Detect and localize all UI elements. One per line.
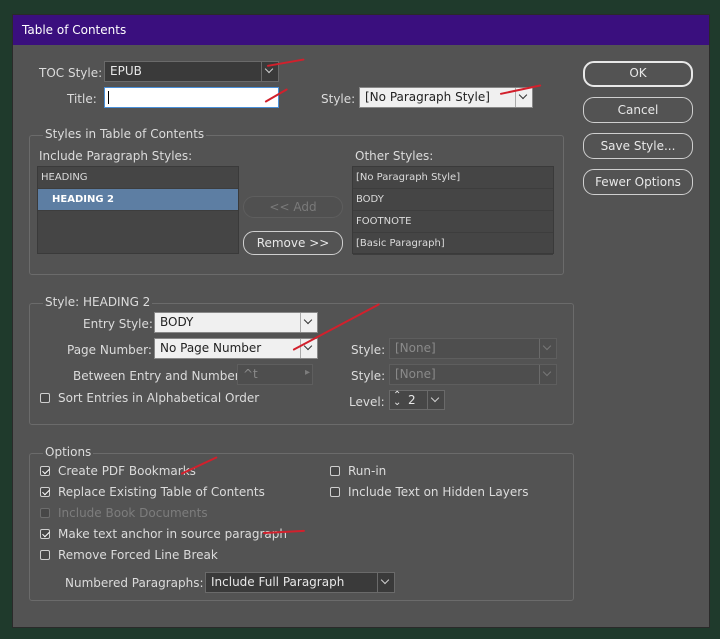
page-number-style-value: [None]	[395, 341, 436, 355]
ok-button[interactable]: OK	[583, 61, 693, 87]
level-stepper[interactable]: ⌃ ⌄ 2	[389, 390, 445, 410]
include-hidden-layers-checkbox[interactable]	[330, 487, 340, 497]
between-style-dropdown[interactable]: [None]	[389, 364, 557, 385]
include-book-docs-checkbox[interactable]	[40, 508, 50, 518]
sort-alphabetical-label: Sort Entries in Alphabetical Order	[58, 391, 260, 405]
styles-in-toc-heading: Styles in Table of Contents	[43, 127, 207, 141]
toc-style-label: TOC Style:	[39, 66, 103, 80]
chevron-down-icon	[300, 313, 317, 332]
stepper-down-icon[interactable]: ⌄	[393, 397, 401, 408]
list-item[interactable]: HEADING	[38, 167, 238, 189]
include-book-docs-label: Include Book Documents	[58, 506, 208, 520]
other-styles-list[interactable]: [No Paragraph Style] BODY FOOTNOTE [Basi…	[352, 166, 554, 255]
list-item[interactable]: FOOTNOTE	[353, 211, 553, 233]
between-style-label: Style:	[351, 369, 386, 383]
title-style-label: Style:	[321, 92, 356, 106]
include-hidden-layers-label: Include Text on Hidden Layers	[348, 485, 529, 499]
level-label: Level:	[349, 395, 385, 409]
level-value: 2	[408, 393, 416, 407]
page-number-label: Page Number:	[67, 343, 152, 357]
cancel-button[interactable]: Cancel	[583, 97, 693, 123]
chevron-down-icon	[427, 391, 444, 409]
include-styles-list[interactable]: HEADING HEADING 2	[37, 166, 239, 254]
chevron-down-icon	[539, 339, 556, 358]
add-button[interactable]: << Add	[243, 196, 343, 218]
title-style-value: [No Paragraph Style]	[365, 90, 490, 104]
chevron-down-icon	[377, 573, 394, 592]
replace-existing-checkbox[interactable]	[40, 487, 50, 497]
list-item-selected[interactable]: HEADING 2	[38, 189, 238, 211]
dialog-title: Table of Contents	[22, 23, 127, 37]
page-number-value: No Page Number	[160, 341, 262, 355]
save-style-button[interactable]: Save Style...	[583, 133, 693, 159]
toc-style-value: EPUB	[110, 64, 142, 78]
entry-style-dropdown[interactable]: BODY	[154, 312, 318, 333]
make-text-anchor-checkbox[interactable]	[40, 529, 50, 539]
list-item[interactable]: BODY	[353, 189, 553, 211]
text-caret	[108, 91, 109, 104]
options-heading: Options	[43, 445, 94, 459]
remove-button[interactable]: Remove >>	[243, 231, 343, 255]
between-entry-value: ^t	[243, 367, 258, 381]
create-pdf-bookmarks-checkbox[interactable]	[40, 466, 50, 476]
numbered-paragraphs-value: Include Full Paragraph	[211, 575, 345, 589]
fewer-options-button[interactable]: Fewer Options	[583, 169, 693, 195]
chevron-down-icon	[539, 365, 556, 384]
create-pdf-bookmarks-label: Create PDF Bookmarks	[58, 464, 196, 478]
entry-style-label: Entry Style:	[83, 317, 153, 331]
numbered-paragraphs-label: Numbered Paragraphs:	[65, 576, 204, 590]
page-number-style-label: Style:	[351, 343, 386, 357]
chevron-right-icon: ▸	[304, 367, 310, 378]
toc-style-dropdown[interactable]: EPUB	[104, 61, 279, 82]
run-in-checkbox[interactable]	[330, 466, 340, 476]
include-paragraph-styles-label: Include Paragraph Styles:	[39, 149, 193, 163]
between-entry-field[interactable]: ^t ▸	[237, 364, 313, 385]
page-number-style-dropdown[interactable]: [None]	[389, 338, 557, 359]
other-styles-label: Other Styles:	[355, 149, 434, 163]
between-style-value: [None]	[395, 367, 436, 381]
numbered-paragraphs-dropdown[interactable]: Include Full Paragraph	[205, 572, 395, 593]
make-text-anchor-label: Make text anchor in source paragraph	[58, 527, 287, 541]
replace-existing-label: Replace Existing Table of Contents	[58, 485, 265, 499]
remove-forced-line-break-checkbox[interactable]	[40, 550, 50, 560]
list-item[interactable]: [Basic Paragraph]	[353, 233, 553, 255]
title-label: Title:	[67, 92, 97, 106]
list-item[interactable]: [No Paragraph Style]	[353, 167, 553, 189]
toc-dialog: Table of Contents TOC Style: EPUB Title:…	[12, 14, 710, 628]
entry-style-value: BODY	[160, 315, 194, 329]
style-heading-label: Style: HEADING 2	[43, 295, 153, 309]
between-entry-label: Between Entry and Number:	[73, 369, 244, 383]
title-bar[interactable]: Table of Contents	[13, 15, 709, 45]
sort-alphabetical-checkbox[interactable]	[40, 393, 50, 403]
remove-forced-line-break-label: Remove Forced Line Break	[58, 548, 218, 562]
title-style-dropdown[interactable]: [No Paragraph Style]	[359, 87, 533, 108]
run-in-label: Run-in	[348, 464, 387, 478]
title-input[interactable]	[104, 87, 279, 108]
